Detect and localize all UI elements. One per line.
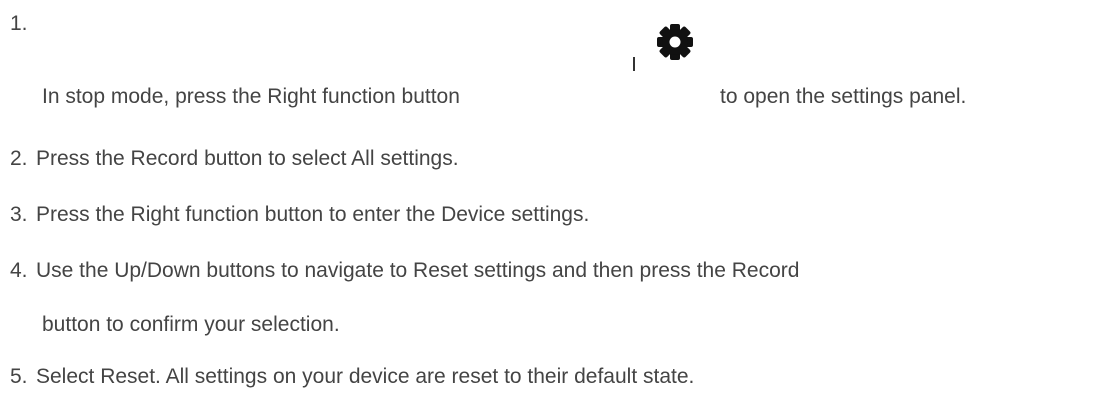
step-text-after-icon: to open the settings panel. [720, 85, 967, 108]
step-number: 4. [10, 259, 28, 282]
step-text: Select Reset. All settings on your devic… [36, 365, 695, 388]
instruction-list: 1. In stop mode, press the Right functio… [0, 0, 1115, 394]
separator-mark [633, 57, 635, 71]
step-text-line-1: Use the Up/Down buttons to navigate to R… [36, 259, 800, 282]
step-text: Press the Record button to select All se… [36, 147, 459, 170]
step-text: Press the Right function button to enter… [36, 203, 590, 226]
step-number: 2. [10, 147, 28, 170]
step-number: 5. [10, 365, 28, 388]
step-text-line-2: button to confirm your selection. [42, 313, 340, 336]
step-number: 3. [10, 203, 28, 226]
step-number: 1. [10, 12, 28, 35]
gear-icon [655, 22, 695, 62]
step-text-before-icon: In stop mode, press the Right function b… [42, 85, 460, 108]
